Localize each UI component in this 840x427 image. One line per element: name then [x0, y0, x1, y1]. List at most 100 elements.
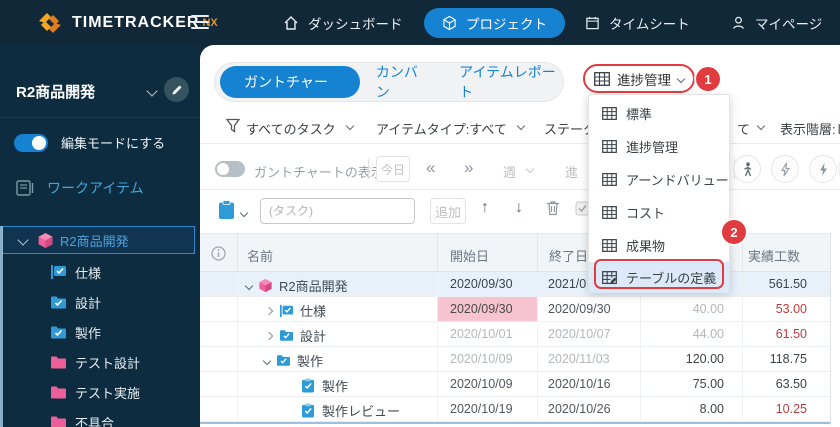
- table-icon: [602, 173, 617, 186]
- nav-dashboard[interactable]: ダッシュボード: [283, 0, 403, 45]
- tree-item-test-run[interactable]: テスト実施: [0, 377, 200, 407]
- show-gantt-toggle[interactable]: [215, 161, 245, 177]
- new-task-input[interactable]: [260, 198, 415, 224]
- expand-chevron-icon[interactable]: [17, 234, 28, 245]
- actual-hours: 61.50: [707, 327, 807, 341]
- today-button[interactable]: 今日: [376, 156, 410, 182]
- expand-chevron-icon[interactable]: [263, 356, 271, 364]
- sidebar-scrollbar[interactable]: [0, 226, 3, 427]
- lightning-filled-icon: [818, 162, 829, 177]
- collapsed-chevron-icon[interactable]: [265, 331, 273, 339]
- annotation-badge-1: 1: [696, 67, 720, 91]
- edit-mode-toggle-row[interactable]: 編集モードにする: [14, 133, 165, 152]
- add-task-button[interactable]: 追加: [430, 198, 466, 224]
- sidebar-divider: [0, 117, 200, 118]
- expand-chevron-icon[interactable]: [245, 281, 253, 289]
- tree-item-design[interactable]: 設計: [0, 287, 200, 317]
- nav-mypage-label: マイページ: [755, 13, 822, 33]
- table-edit-icon: [602, 271, 617, 285]
- end-date: 2020/10/26: [548, 402, 634, 416]
- next-period-button[interactable]: »: [464, 158, 473, 178]
- table-row[interactable]: 製作 2020/10/09 2020/10/16 75.00 63.50: [200, 372, 830, 397]
- filter-all-tasks[interactable]: すべてのタスク: [246, 119, 336, 138]
- filter-item-type[interactable]: アイテムタイプ:すべて: [376, 119, 507, 138]
- tree-item-spec[interactable]: 仕様: [0, 257, 200, 287]
- lightning-outline-icon: [780, 162, 791, 177]
- nav-mypage[interactable]: マイページ: [731, 0, 822, 45]
- collapsed-chevron-icon[interactable]: [265, 306, 273, 314]
- home-icon: [283, 15, 299, 31]
- view-tabs: ガントチャート カンバン アイテムレポート: [214, 62, 564, 102]
- tab-gantt-chart[interactable]: ガントチャート: [220, 66, 360, 98]
- view-selector-dropdown[interactable]: 進捗管理: [583, 64, 695, 93]
- folder-check-blue-icon: [50, 325, 67, 340]
- flag-check-blue-icon: [50, 264, 67, 280]
- paste-task-icon[interactable]: [218, 200, 235, 220]
- hamburger-menu-icon[interactable]: [191, 15, 209, 29]
- start-date: 2020/09/30: [450, 277, 536, 291]
- menu-item-label: アーンドバリュー: [626, 170, 729, 189]
- delete-button[interactable]: [546, 200, 560, 221]
- tree-item-defects[interactable]: 不具合: [0, 407, 200, 427]
- menu-item-progress[interactable]: 進捗管理: [589, 130, 729, 163]
- filter-hierarchy[interactable]: 表示階層:レ: [780, 119, 840, 138]
- table-row[interactable]: 設計 2020/10/01 2020/10/07 44.00 61.50: [200, 322, 830, 347]
- person-icon: [731, 15, 746, 31]
- menu-item-label: 進捗管理: [626, 137, 678, 156]
- prev-period-button[interactable]: «: [426, 158, 435, 178]
- lightning-outline-button[interactable]: [771, 155, 799, 183]
- divider: [368, 159, 369, 179]
- chevron-down-icon[interactable]: [517, 122, 525, 130]
- period-unit-select[interactable]: 週: [503, 162, 516, 181]
- clipboard-check-blue-icon: [301, 403, 315, 418]
- tree-item-label: 設計: [75, 293, 101, 312]
- folder-check-blue-icon: [50, 295, 67, 310]
- task-name: R2商品開発: [279, 276, 348, 295]
- table-row[interactable]: 製作 2020/10/09 2020/11/03 120.00 118.75: [200, 347, 830, 372]
- nav-project[interactable]: プロジェクト: [424, 8, 565, 38]
- chevron-down-icon[interactable]: [757, 122, 765, 130]
- menu-item-deliverables[interactable]: 成果物: [589, 229, 729, 262]
- nav-timesheet[interactable]: タイムシート: [585, 0, 690, 45]
- table-row[interactable]: R2商品開発 2020/09/30 2021/0 561.50: [200, 272, 830, 297]
- start-date: 2020/10/01: [450, 327, 536, 341]
- end-date: 2020/09/30: [548, 302, 634, 316]
- table-row[interactable]: 製作レビュー 2020/10/19 2020/10/26 8.00 10.25: [200, 397, 830, 422]
- tree-item-test-design[interactable]: テスト設計: [0, 347, 200, 377]
- menu-item-standard[interactable]: 標準: [589, 97, 729, 130]
- paste-options-chevron-icon[interactable]: [240, 209, 248, 217]
- edit-project-button[interactable]: [164, 77, 189, 102]
- col-header-actual[interactable]: 実績工数: [748, 246, 800, 265]
- menu-item-cost[interactable]: コスト: [589, 196, 729, 229]
- table-row[interactable]: 仕様 2020/09/30 2020/09/30 40.00 53.00: [200, 297, 830, 322]
- task-name: 製作: [322, 376, 348, 395]
- walking-person-icon: [741, 162, 754, 177]
- tab-item-report[interactable]: アイテムレポート: [459, 62, 563, 102]
- start-date: 2020/09/30: [450, 302, 536, 316]
- cube-pink-icon: [37, 232, 54, 249]
- info-icon: [211, 246, 226, 261]
- tree-root-r2-product[interactable]: R2商品開発: [2, 226, 195, 254]
- col-header-name[interactable]: 名前: [247, 246, 273, 265]
- project-switch-chevron-icon[interactable]: [146, 85, 157, 96]
- move-down-button[interactable]: ↓: [515, 199, 523, 217]
- app-window: TIMETRACKER NX ダッシュボード プロジェクト タイムシート: [0, 0, 840, 427]
- menu-item-table-definition[interactable]: テーブルの定義: [589, 262, 729, 293]
- timetracker-logo-icon: [36, 11, 64, 35]
- nav-dashboard-label: ダッシュボード: [308, 13, 403, 33]
- col-header-start[interactable]: 開始日: [450, 246, 489, 265]
- sidebar-item-workitems[interactable]: ワークアイテム: [16, 178, 144, 198]
- col-header-end[interactable]: 終了日: [549, 246, 588, 265]
- chevron-down-icon[interactable]: [346, 122, 354, 130]
- project-title: R2商品開発: [16, 81, 95, 102]
- nav-project-label: プロジェクト: [466, 13, 547, 33]
- tab-kanban[interactable]: カンバン: [376, 62, 429, 102]
- tree-item-production[interactable]: 製作: [0, 317, 200, 347]
- workitem-label: ワークアイテム: [47, 178, 144, 198]
- end-date: 2020/10/07: [548, 327, 634, 341]
- resource-walk-button[interactable]: [733, 155, 761, 183]
- menu-item-earned-value[interactable]: アーンドバリュー: [589, 163, 729, 196]
- move-up-button[interactable]: ↑: [481, 199, 489, 217]
- lightning-filled-button[interactable]: [809, 155, 837, 183]
- edit-mode-toggle[interactable]: [14, 134, 48, 152]
